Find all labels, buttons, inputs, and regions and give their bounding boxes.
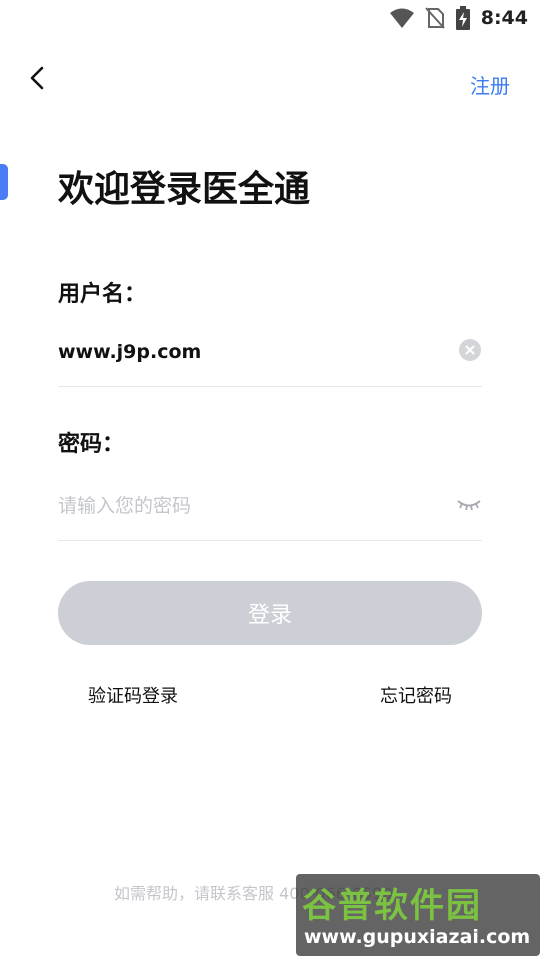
watermark-title: 谷普软件园 (302, 886, 482, 926)
back-button[interactable] (22, 62, 54, 94)
forgot-password-link[interactable]: 忘记密码 (380, 682, 452, 708)
username-row (58, 326, 482, 387)
accent-bar (0, 164, 8, 200)
page-title: 欢迎登录医全通 (58, 169, 311, 210)
clear-icon[interactable] (458, 338, 482, 362)
eye-closed-icon[interactable] (456, 490, 482, 516)
username-label: 用户名： (58, 282, 147, 307)
password-label: 密码： (58, 432, 125, 457)
status-icons: 8:44 (389, 6, 528, 30)
password-input[interactable] (58, 488, 438, 524)
watermark-url: www.gupuxiazai.com (304, 926, 531, 948)
wifi-icon (389, 8, 414, 28)
username-input[interactable] (58, 334, 438, 370)
sms-login-link[interactable]: 验证码登录 (88, 682, 178, 708)
no-sim-icon (424, 7, 445, 29)
status-time: 8:44 (480, 7, 528, 29)
status-bar: 8:44 (0, 0, 540, 36)
chevron-left-icon (30, 66, 44, 90)
login-button[interactable]: 登录 (58, 581, 482, 645)
help-text-label: 如需帮助，请联系客服 (114, 884, 275, 903)
battery-charging-icon (455, 6, 470, 30)
password-row (58, 480, 482, 541)
watermark: 谷普软件园 www.gupuxiazai.com (296, 874, 540, 956)
register-link[interactable]: 注册 (470, 70, 510, 99)
